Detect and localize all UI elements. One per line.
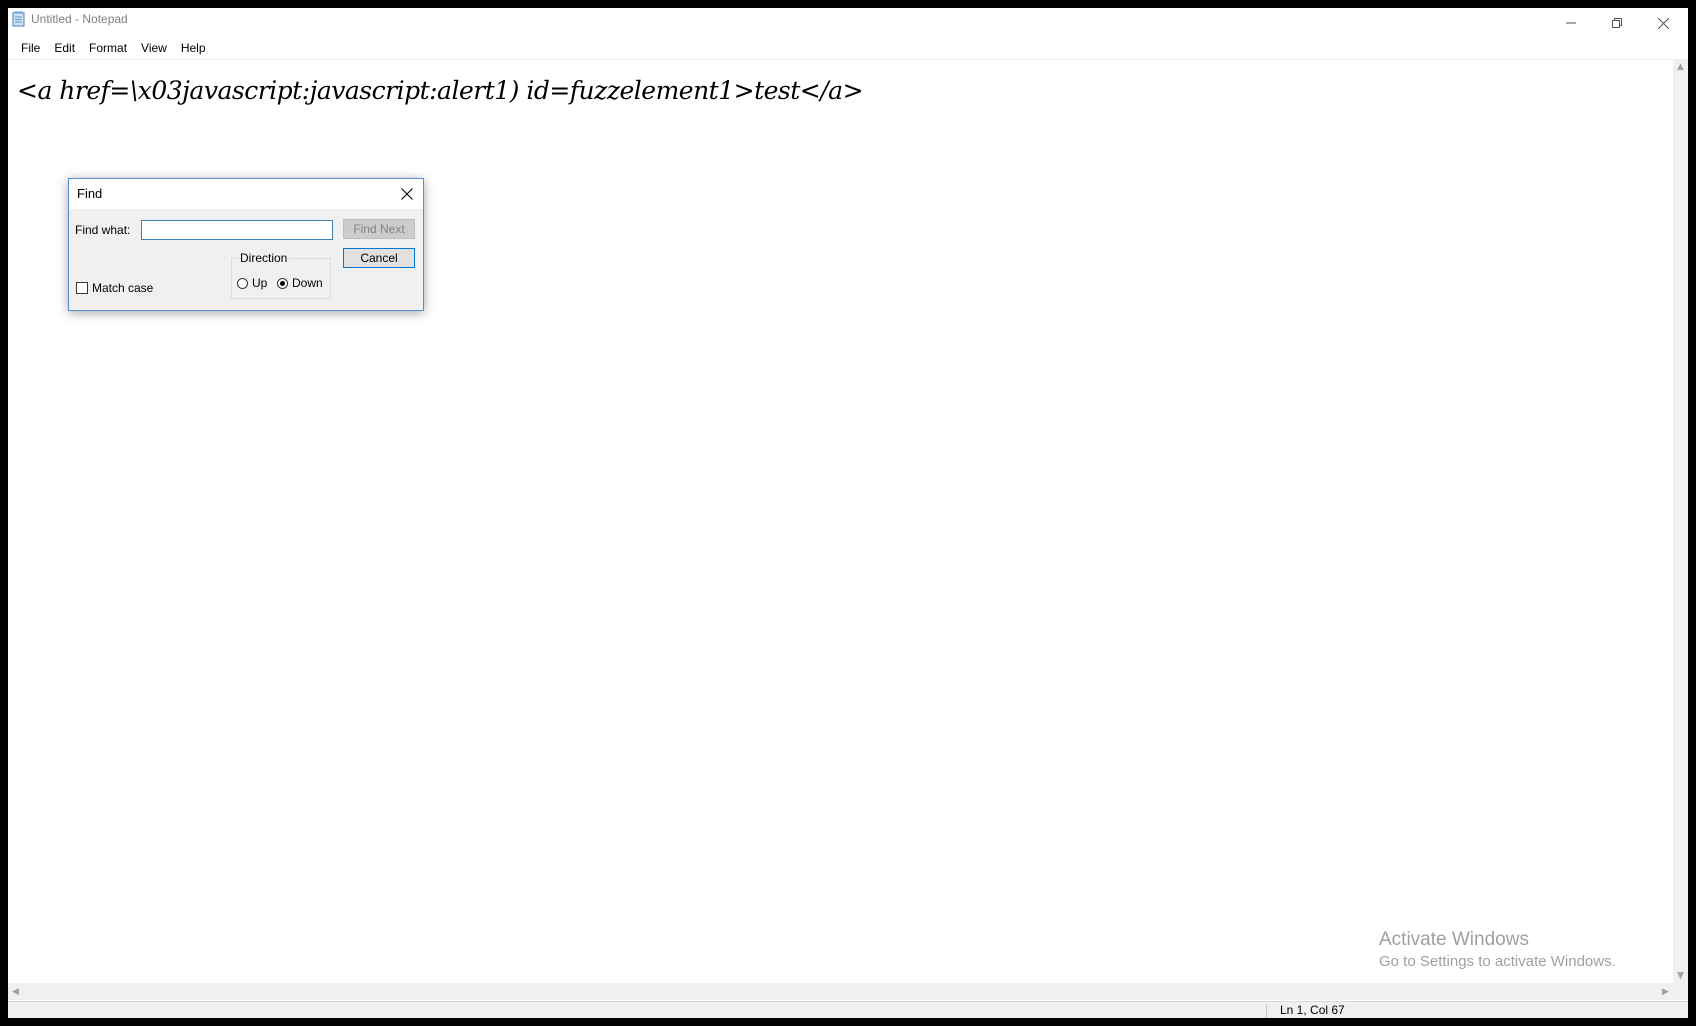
cancel-button[interactable]: Cancel	[343, 248, 415, 268]
close-button[interactable]	[1640, 8, 1686, 38]
horizontal-scrollbar[interactable]: ◀ ▶	[8, 983, 1673, 1000]
close-icon	[1657, 17, 1669, 29]
menu-format[interactable]: Format	[82, 39, 134, 57]
up-radio[interactable]	[237, 277, 248, 289]
find-what-input[interactable]	[141, 220, 333, 240]
find-dialog-close-button[interactable]	[393, 180, 421, 208]
menu-view[interactable]: View	[134, 39, 174, 57]
menu-file[interactable]: File	[14, 39, 47, 57]
restore-button[interactable]	[1594, 8, 1640, 38]
window-title: Untitled - Notepad	[31, 12, 128, 26]
status-bar: Ln 1, Col 67	[8, 1001, 1688, 1018]
status-separator	[1266, 1004, 1267, 1018]
find-dialog-titlebar[interactable]: Find	[69, 179, 423, 209]
find-what-label: Find what:	[75, 223, 131, 237]
down-label: Down	[292, 276, 323, 290]
editor-content[interactable]: <a href=\x03javascript:javascript:alert1…	[17, 76, 864, 105]
vertical-scrollbar[interactable]: ▲ ▼	[1673, 59, 1688, 983]
restore-icon	[1612, 18, 1622, 28]
close-icon	[401, 188, 413, 200]
menu-help[interactable]: Help	[174, 39, 213, 57]
activation-watermark: Activate Windows Go to Settings to activ…	[1379, 928, 1616, 972]
direction-down-option[interactable]: Down	[277, 276, 323, 290]
title-bar[interactable]: Untitled - Notepad	[8, 8, 1688, 38]
match-case-checkbox[interactable]	[76, 282, 88, 294]
find-next-button[interactable]: Find Next	[343, 219, 415, 239]
direction-up-option[interactable]: Up	[237, 276, 267, 290]
menu-edit[interactable]: Edit	[47, 39, 82, 57]
scroll-left-icon[interactable]: ◀	[8, 984, 23, 999]
notepad-app-icon	[12, 11, 25, 27]
watermark-subtitle: Go to Settings to activate Windows.	[1379, 953, 1616, 970]
minimize-icon	[1566, 22, 1576, 24]
down-radio[interactable]	[277, 277, 288, 289]
scroll-right-icon[interactable]: ▶	[1658, 984, 1673, 999]
direction-label: Direction	[238, 251, 290, 265]
scroll-up-icon[interactable]: ▲	[1673, 59, 1688, 74]
up-label: Up	[252, 276, 268, 290]
find-dialog-title: Find	[77, 186, 103, 201]
scroll-down-icon[interactable]: ▼	[1673, 968, 1688, 983]
menu-bar: File Edit Format View Help	[8, 38, 1688, 58]
notepad-window: Untitled - Notepad File Edit Format View…	[8, 8, 1688, 1018]
direction-group: Direction Up Down	[231, 251, 331, 299]
cursor-position: Ln 1, Col 67	[1280, 1003, 1345, 1017]
scrollbar-corner	[1673, 983, 1688, 1000]
minimize-button[interactable]	[1548, 8, 1594, 38]
match-case-label: Match case	[92, 281, 154, 295]
find-dialog: Find Find what: Find Next Cancel Directi…	[68, 178, 424, 311]
match-case-option[interactable]: Match case	[76, 281, 153, 295]
watermark-title: Activate Windows	[1379, 929, 1529, 950]
